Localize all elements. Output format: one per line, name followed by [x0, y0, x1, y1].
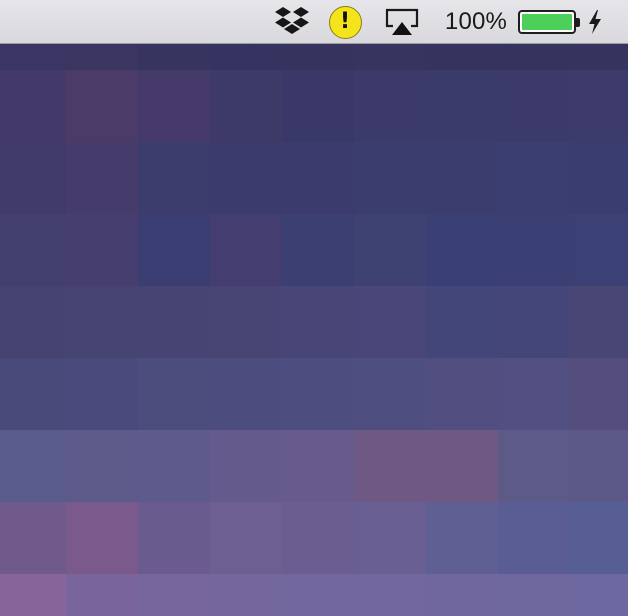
dropbox-icon — [275, 7, 309, 34]
wallpaper-tile — [210, 574, 282, 616]
wallpaper-tile — [66, 502, 138, 574]
wallpaper-tile — [570, 286, 628, 358]
wallpaper-tile — [282, 358, 354, 430]
wallpaper-tile — [210, 358, 282, 430]
wallpaper-tile — [0, 574, 66, 616]
wallpaper-tile — [282, 502, 354, 574]
wallpaper-tile — [138, 502, 210, 574]
wallpaper-tile — [570, 430, 628, 502]
wallpaper-tile — [426, 44, 498, 70]
wallpaper-tile — [138, 44, 210, 70]
wallpaper-tile — [282, 44, 354, 70]
airplay-status-item[interactable] — [382, 0, 422, 44]
wallpaper-tile — [66, 44, 138, 70]
wallpaper-tile — [282, 70, 354, 142]
wallpaper-tile — [138, 70, 210, 142]
wallpaper-tile — [570, 358, 628, 430]
wallpaper-tile — [66, 70, 138, 142]
wallpaper-tile — [426, 142, 498, 214]
wallpaper-tile — [426, 574, 498, 616]
alert-status-item[interactable]: ! — [326, 0, 364, 44]
wallpaper-tile — [570, 502, 628, 574]
menu-bar: ! 100% — [0, 0, 628, 44]
alert-icon: ! — [328, 5, 362, 39]
wallpaper-tile — [282, 214, 354, 286]
wallpaper-tile — [282, 430, 354, 502]
battery-percent-label[interactable]: 100% — [440, 0, 512, 44]
wallpaper-tile — [498, 430, 570, 502]
wallpaper-tile — [570, 574, 628, 616]
wallpaper-tile — [426, 430, 498, 502]
wallpaper-tile — [354, 214, 426, 286]
wallpaper-tile — [138, 142, 210, 214]
wallpaper-tile — [210, 502, 282, 574]
dropbox-status-item[interactable] — [271, 0, 313, 44]
battery-status-item[interactable] — [516, 0, 582, 44]
desktop-wallpaper — [0, 44, 628, 616]
airplay-icon — [385, 8, 419, 35]
wallpaper-tile — [66, 142, 138, 214]
wallpaper-tile — [282, 142, 354, 214]
battery-icon — [518, 10, 576, 34]
wallpaper-tile — [570, 70, 628, 142]
wallpaper-tile — [66, 286, 138, 358]
wallpaper-tile — [0, 214, 66, 286]
wallpaper-tile — [138, 430, 210, 502]
wallpaper-tile — [570, 44, 628, 70]
wallpaper-tile — [354, 286, 426, 358]
wallpaper-tile — [498, 574, 570, 616]
wallpaper-tile — [210, 44, 282, 70]
wallpaper-tile — [426, 286, 498, 358]
wallpaper-tile — [210, 142, 282, 214]
charging-status-item — [584, 0, 606, 44]
wallpaper-tile — [498, 70, 570, 142]
desktop-screen: ! 100% — [0, 0, 628, 616]
wallpaper-tile — [498, 358, 570, 430]
wallpaper-tile — [354, 142, 426, 214]
wallpaper-tile — [66, 214, 138, 286]
battery-terminal — [576, 17, 580, 27]
wallpaper-tile — [66, 574, 138, 616]
wallpaper-tile — [570, 214, 628, 286]
lightning-bolt-icon — [589, 10, 601, 34]
wallpaper-tile — [210, 214, 282, 286]
wallpaper-tile — [498, 142, 570, 214]
wallpaper-tile — [354, 502, 426, 574]
wallpaper-tile — [426, 358, 498, 430]
wallpaper-tile — [66, 430, 138, 502]
alert-glyph: ! — [339, 9, 351, 34]
wallpaper-tile — [498, 214, 570, 286]
battery-charge-fill — [522, 14, 572, 30]
wallpaper-tile — [0, 358, 66, 430]
wallpaper-tile — [354, 574, 426, 616]
wallpaper-tile — [498, 286, 570, 358]
wallpaper-tile — [0, 44, 66, 70]
wallpaper-tile — [354, 44, 426, 70]
wallpaper-tile — [0, 70, 66, 142]
wallpaper-tile — [498, 44, 570, 70]
wallpaper-tile — [210, 430, 282, 502]
wallpaper-tile — [138, 574, 210, 616]
wallpaper-tile — [426, 502, 498, 574]
wallpaper-tile — [498, 502, 570, 574]
wallpaper-tile — [0, 286, 66, 358]
wallpaper-tile — [66, 358, 138, 430]
wallpaper-tile — [210, 286, 282, 358]
wallpaper-tile — [0, 430, 66, 502]
wallpaper-tile — [354, 70, 426, 142]
wallpaper-tile — [354, 358, 426, 430]
wallpaper-tile — [0, 142, 66, 214]
wallpaper-tile — [138, 358, 210, 430]
wallpaper-tile — [354, 430, 426, 502]
wallpaper-tile — [282, 574, 354, 616]
wallpaper-tile — [210, 70, 282, 142]
wallpaper-tile — [0, 502, 66, 574]
wallpaper-tile — [426, 70, 498, 142]
wallpaper-tile — [138, 286, 210, 358]
wallpaper-tile — [138, 214, 210, 286]
wallpaper-tile — [426, 214, 498, 286]
wallpaper-tile — [282, 286, 354, 358]
wallpaper-tile — [570, 142, 628, 214]
